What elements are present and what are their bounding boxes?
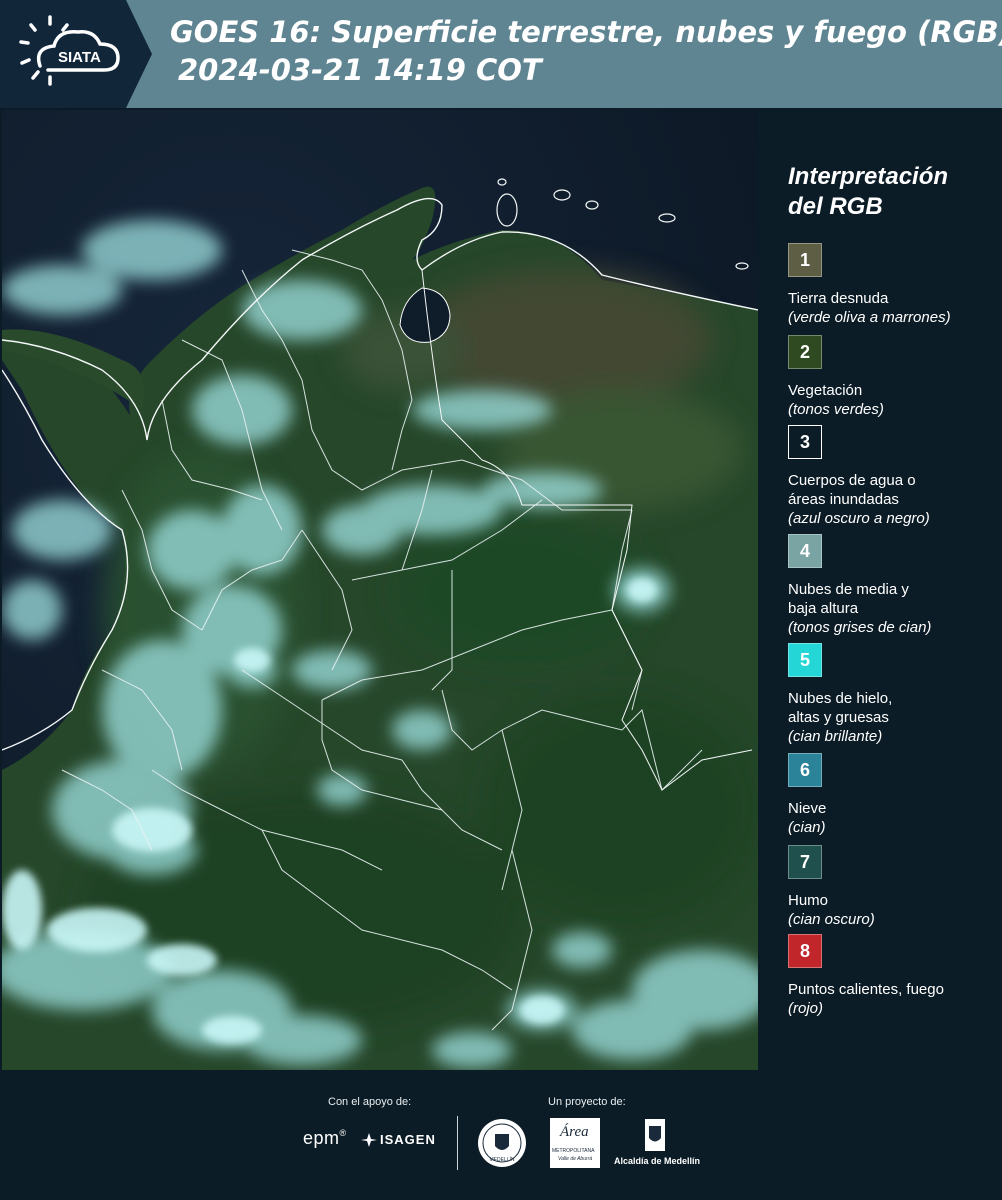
legend-sublabel: (cian oscuro) (788, 911, 875, 928)
legend-label: Nieve (788, 799, 998, 818)
legend-swatch: 8 (788, 934, 822, 968)
legend-label: Cuerpos de agua o áreas inundadas (788, 471, 998, 509)
legend-label-line: altas y gruesas (788, 709, 889, 726)
medellin-seal-text: MEDELLÍN (489, 1156, 514, 1163)
legend-swatch: 2 (788, 335, 822, 369)
legend-sublabel: (verde oliva a marrones) (788, 309, 951, 326)
legend-sublabel: (cian brillante) (788, 728, 883, 745)
alcaldia-logo: Alcaldía de Medellín (612, 1118, 702, 1174)
legend-swatch: 1 (788, 243, 822, 277)
support-caption: Con el apoyo de: (328, 1096, 412, 1108)
legend-label-line: áreas inundadas (788, 491, 899, 508)
legend-item-5: 5 Nubes de hielo, altas y gruesas (cian bri… (788, 643, 998, 746)
area-logo-sub: Valle de Aburrá (558, 1156, 593, 1162)
legend-label: Vegetación (788, 381, 998, 400)
legend-title-line1: Interpretación (788, 163, 949, 190)
legend-label-line: Nubes de hielo, (788, 690, 893, 707)
medellin-seal-logo: MEDELLÍN (477, 1118, 527, 1168)
legend-swatch: 6 (788, 753, 822, 787)
siata-logo: SIATA (0, 0, 152, 108)
epm-logo: epm® (303, 1128, 347, 1148)
legend-label: Nubes de media y baja altura (788, 580, 998, 618)
page-title: GOES 16: Superficie terrestre, nubes y f… (170, 15, 1002, 49)
legend-item-1: 1 Tierra desnuda (verde oliva a marrones) (788, 243, 998, 327)
legend-label-line: Nubes de media y (788, 581, 909, 598)
legend-label: Nubes de hielo, altas y gruesas (788, 689, 998, 727)
legend-item-3: 3 Cuerpos de agua o áreas inundadas (azul o… (788, 425, 998, 528)
area-logo-name: Área (560, 1124, 589, 1140)
legend-label-line: Puntos calientes, fuego (788, 981, 944, 998)
legend-item-6: 6 Nieve (cian) (788, 753, 998, 837)
epm-logo-text: epm (303, 1128, 340, 1148)
legend-label: Humo (788, 891, 998, 910)
legend-item-4: 4 Nubes de media y baja altura (tonos grise… (788, 534, 998, 637)
legend-panel: Interpretación del RGB 1 Tierra desnuda (v… (760, 110, 1002, 1070)
siata-logo-text: SIATA (58, 49, 101, 66)
legend-swatch: 4 (788, 534, 822, 568)
legend-label-line: Nieve (788, 800, 827, 817)
legend-label-line: Humo (788, 892, 829, 909)
legend-item-7: 7 Humo (cian oscuro) (788, 845, 998, 929)
legend-item-8: 8 Puntos calientes, fuego (rojo) (788, 934, 998, 1018)
timestamp: 2024-03-21 14:19 COT (178, 53, 542, 87)
legend-sublabel: (tonos grises de cian) (788, 619, 932, 636)
footer: Con el apoyo de: Un proyecto de: epm® IS… (0, 1070, 1002, 1200)
satellite-map[interactable] (2, 110, 758, 1070)
legend-sublabel: (rojo) (788, 1000, 824, 1017)
legend-item-2: 2 Vegetación (tonos verdes) (788, 335, 998, 419)
legend-swatch: 3 (788, 425, 822, 459)
project-caption: Un proyecto de: (548, 1096, 626, 1108)
isagen-icon (361, 1133, 377, 1147)
legend-title-line2: del RGB (788, 193, 883, 220)
legend-sublabel: (azul oscuro a negro) (788, 510, 930, 527)
legend-swatch: 7 (788, 845, 822, 879)
footer-divider (457, 1116, 458, 1170)
legend-label: Tierra desnuda (788, 289, 998, 308)
area-metropolitana-logo: Área METROPOLITANA Valle de Aburrá (550, 1118, 600, 1168)
header-bar: SIATA GOES 16: Superficie terrestre, nub… (0, 0, 1002, 108)
legend-sublabel: (cian) (788, 819, 826, 836)
isagen-logo-text: ISAGEN (380, 1132, 436, 1147)
legend-label-line: baja altura (788, 600, 859, 617)
legend-label-line: Cuerpos de agua o (788, 472, 916, 489)
area-logo-line: METROPOLITANA (552, 1148, 595, 1154)
legend-label-line: Vegetación (788, 382, 863, 399)
alcaldia-logo-text: Alcaldía de Medellín (613, 1156, 701, 1166)
legend-sublabel: (tonos verdes) (788, 401, 884, 418)
legend-label-line: Tierra desnuda (788, 290, 889, 307)
legend-title: Interpretación del RGB (788, 162, 988, 222)
alcaldia-shield-icon (645, 1119, 665, 1151)
legend-label: Puntos calientes, fuego (788, 980, 998, 999)
legend-swatch: 5 (788, 643, 822, 677)
